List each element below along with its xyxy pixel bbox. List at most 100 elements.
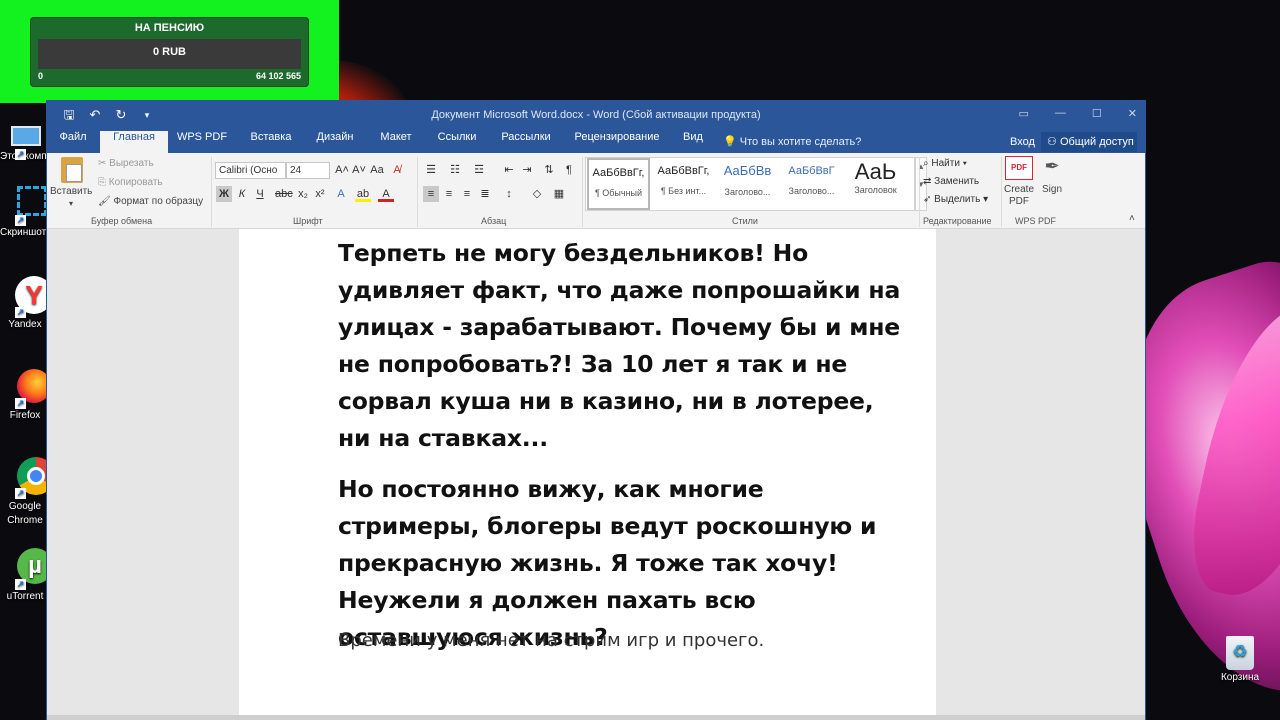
style-heading-2[interactable]: АаБбВвГ Заголово... (780, 158, 843, 210)
select-button[interactable]: ➶ Выделить ▾ (923, 194, 988, 205)
style-sample: АаБбВв (723, 163, 772, 178)
horizontal-scrollbar[interactable] (47, 715, 1145, 720)
sign-button[interactable]: Sign (1041, 184, 1063, 195)
desktop-icon-yandex[interactable]: Y ↗ Yandex (0, 276, 53, 330)
desktop-icon-chrome[interactable]: ↗ Google Chrome (0, 457, 55, 528)
desktop-icon-screenshots[interactable]: ↗ Скриншоты (0, 184, 50, 238)
superscript-icon[interactable]: x² (312, 186, 328, 202)
collapse-ribbon-icon[interactable]: ˄ (1129, 213, 1135, 224)
group-separator (582, 157, 583, 227)
copy-icon: ⎘ (98, 177, 106, 188)
underline-button[interactable]: Ч (252, 186, 268, 202)
desktop-icon-utorrent[interactable]: µ ↗ uTorrent (0, 548, 53, 602)
copy-button[interactable]: ⎘ Копировать (98, 177, 163, 188)
font-size-select[interactable]: 24 (286, 162, 330, 179)
search-icon: ⌕ (923, 158, 929, 169)
highlight-icon[interactable]: ab (355, 186, 371, 202)
numbering-icon[interactable]: ☷ (447, 162, 463, 178)
minimize-icon[interactable]: — (1055, 107, 1066, 120)
align-left-icon[interactable]: ≡ (423, 186, 439, 202)
donation-amount: 0 RUB (152, 46, 186, 58)
desktop-icon-computer[interactable]: ↗ Этот компьютер (0, 118, 50, 162)
group-label-editing: Редактирование (923, 216, 992, 226)
bullets-icon[interactable]: ☰ (423, 162, 439, 178)
tab-mailings[interactable]: Рассылки (494, 131, 558, 153)
format-painter-button[interactable]: 🖌 Формат по образцу (98, 196, 203, 207)
create-pdf-button[interactable]: Create PDF (999, 184, 1039, 208)
style-normal[interactable]: АаБбВвГг, ¶ Обычный (587, 158, 650, 210)
clear-formatting-icon[interactable]: A̸ (389, 162, 405, 178)
create-pdf-icon[interactable]: PDF (1005, 156, 1033, 180)
document-page[interactable]: Терпеть не могу бездельников! Но удивляе… (239, 229, 936, 720)
text-effects-icon[interactable]: A (333, 186, 349, 202)
increase-indent-icon[interactable]: ⇥ (519, 162, 535, 178)
tab-design[interactable]: Дизайн (309, 131, 361, 153)
paste-button[interactable]: Вставить (50, 186, 92, 197)
tab-review[interactable]: Рецензирование (567, 131, 667, 153)
group-label-font: Шрифт (293, 216, 323, 226)
donation-goal-box: НА ПЕНСИЮ 0 RUB 0 64 102 565 (30, 17, 309, 87)
grow-font-icon[interactable]: A˄ (334, 162, 350, 178)
font-color-icon[interactable]: A (378, 186, 394, 202)
subscript-icon[interactable]: x₂ (295, 186, 311, 202)
decrease-indent-icon[interactable]: ⇤ (501, 162, 517, 178)
style-name: Заголовок (854, 185, 897, 195)
align-center-icon[interactable]: ≡ (441, 186, 457, 202)
desktop-icon-label: Firefox (9, 410, 41, 421)
utorrent-icon: µ ↗ (5, 548, 53, 590)
tab-references[interactable]: Ссылки (429, 131, 485, 153)
borders-icon[interactable]: ▦ (551, 186, 567, 202)
desktop-icon-firefox[interactable]: ↗ Firefox (0, 367, 51, 421)
tab-insert[interactable]: Вставка (243, 131, 299, 153)
sort-icon[interactable]: ⇅ (541, 162, 557, 178)
shading-icon[interactable]: ◇ (529, 186, 545, 202)
line-spacing-icon[interactable]: ↕ (501, 186, 517, 202)
maximize-icon[interactable]: ☐ (1092, 107, 1102, 120)
style-title[interactable]: АаЬ Заголовок (844, 158, 907, 210)
tab-wps-pdf[interactable]: WPS PDF (174, 131, 230, 153)
ribbon-display-icon[interactable]: ▭ (1019, 107, 1029, 120)
italic-button[interactable]: К (234, 186, 250, 202)
font-name-select[interactable]: Calibri (Осно (215, 162, 286, 179)
show-marks-icon[interactable]: ¶ (561, 162, 577, 178)
font-name-value: Calibri (Осно (219, 165, 278, 176)
paste-dropdown-icon[interactable]: ▾ (69, 199, 73, 208)
tab-file[interactable]: Файл (53, 131, 93, 153)
replace-icon: ⇄ (923, 176, 932, 187)
align-right-icon[interactable]: ≡ (459, 186, 475, 202)
document-area: Терпеть не могу бездельников! Но удивляе… (47, 229, 1145, 720)
cut-button[interactable]: ✂ Вырезать (98, 158, 154, 169)
tell-me-box[interactable]: 💡 Что вы хотите сделать? (723, 131, 861, 153)
brush-icon: 🖌 (98, 196, 111, 207)
strikethrough-icon[interactable]: abc (275, 186, 293, 202)
sign-icon[interactable]: ✒ (1041, 156, 1063, 180)
share-button[interactable]: ⚇ Общий доступ (1041, 132, 1137, 152)
close-icon[interactable]: ✕ (1128, 107, 1137, 120)
tab-layout[interactable]: Макет (372, 131, 420, 153)
donation-min: 0 (38, 71, 44, 81)
window-controls: ▭ — ☐ ✕ (1019, 107, 1138, 120)
scissors-icon: ✂ (98, 158, 107, 169)
desktop-icon-label: Google Chrome (7, 501, 43, 526)
justify-icon[interactable]: ≣ (477, 186, 493, 202)
firefox-icon: ↗ (5, 367, 51, 409)
sign-in-link[interactable]: Вход (1010, 131, 1035, 153)
bold-button[interactable]: Ж (216, 186, 232, 202)
group-separator (919, 157, 920, 227)
style-no-spacing[interactable]: АаБбВвГг, ¶ Без инт... (652, 158, 715, 210)
replace-button[interactable]: ⇄ Заменить (923, 176, 979, 187)
group-label-wps-pdf: WPS PDF (1015, 216, 1057, 226)
desktop-icon-recycle-bin[interactable]: Корзина (1212, 636, 1268, 683)
tab-home[interactable]: Главная (100, 131, 168, 153)
multilevel-list-icon[interactable]: ☲ (471, 162, 487, 178)
find-button[interactable]: ⌕ Найти ▾ (923, 158, 967, 169)
paste-icon[interactable] (61, 157, 83, 183)
style-heading-1[interactable]: АаБбВв Заголово... (716, 158, 779, 210)
window-title: Документ Microsoft Word.docx - Word (Сбо… (431, 109, 761, 121)
change-case-icon[interactable]: Aa (369, 162, 385, 178)
font-size-value: 24 (290, 165, 302, 176)
tab-view[interactable]: Вид (675, 131, 711, 153)
shrink-font-icon[interactable]: A˅ (351, 162, 367, 178)
yandex-icon: Y ↗ (5, 276, 53, 318)
paragraph-3: Времени у меня нет на стрим игр и прочег… (338, 630, 765, 651)
